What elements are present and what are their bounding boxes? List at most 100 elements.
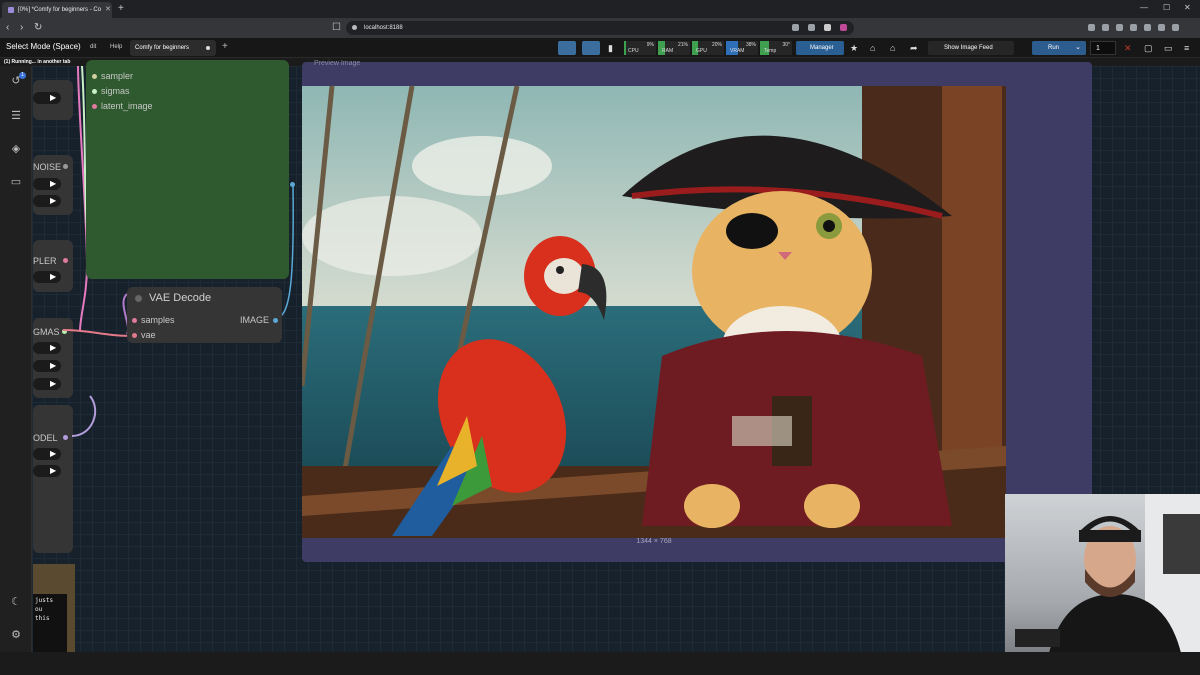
input-label: sampler	[101, 71, 134, 81]
browser-tab-bar: [0%] *Comfy for beginners - Co ✕ + — ☐ ✕	[0, 0, 1200, 18]
meter-label: VRAM	[730, 48, 745, 54]
downloads-icon[interactable]	[1116, 24, 1123, 31]
model-library-icon[interactable]: ◈	[9, 142, 23, 156]
comfy-favicon-icon	[8, 7, 14, 13]
menu-help[interactable]: Help	[110, 44, 122, 50]
image-dimensions: 1344 × 768	[636, 538, 672, 545]
back-icon[interactable]: ‹	[6, 21, 9, 35]
maximize-icon[interactable]: ☐	[1163, 3, 1170, 12]
unsaved-dot-icon	[206, 46, 210, 50]
bookmark-toggle-icon[interactable]: ▮	[608, 43, 613, 53]
close-icon[interactable]: ✕	[105, 2, 111, 18]
input-label: samples	[141, 315, 175, 325]
arrow-right-icon[interactable]: ▶	[50, 466, 56, 475]
zoom-icon[interactable]	[792, 24, 799, 31]
settings-gear-icon[interactable]: ⚙	[9, 628, 23, 642]
browser-tab[interactable]: [0%] *Comfy for beginners - Co ✕	[2, 2, 112, 18]
image-output-socket[interactable]	[273, 318, 278, 323]
manager-button[interactable]: Manager	[796, 41, 844, 55]
image-feed-label: Show Image Feed	[944, 45, 993, 51]
sidebar-icon[interactable]	[1130, 24, 1137, 31]
meter-value: 9%	[646, 42, 654, 48]
sampler-input-socket[interactable]	[92, 74, 97, 79]
panel-icon[interactable]: ▢	[1144, 43, 1153, 53]
model-icon[interactable]: ⌂	[870, 43, 875, 53]
node-icon[interactable]: ⌂	[890, 43, 895, 53]
forward-icon[interactable]: ›	[20, 21, 23, 35]
collapse-dot-icon[interactable]	[135, 295, 142, 302]
running-status: (1) Running... in another tab	[4, 59, 71, 65]
input-label: sigmas	[101, 86, 130, 96]
mode-label: Select Mode (Space)	[6, 42, 81, 51]
vae-input-socket[interactable]	[132, 333, 137, 338]
meter-value: 20%	[711, 42, 722, 48]
add-workflow-icon[interactable]: +	[222, 40, 228, 54]
meter-label: GPU	[696, 48, 707, 54]
sigmas-input-socket[interactable]	[92, 89, 97, 94]
input-label: vae	[141, 330, 156, 340]
window-close-icon[interactable]: ✕	[1184, 3, 1191, 12]
latent-input-socket[interactable]	[92, 104, 97, 109]
wire-model	[71, 395, 97, 437]
shield-icon[interactable]	[824, 24, 831, 31]
workflow-tab-label: Comfy for beginners	[135, 45, 190, 51]
site-info-icon[interactable]	[352, 25, 357, 30]
batch-count-value: 1	[1096, 45, 1100, 52]
reload-icon[interactable]: ↻	[34, 21, 42, 35]
preview-title: Preview Image	[314, 60, 361, 67]
hamburger-menu-icon[interactable]: ≡	[1184, 43, 1189, 53]
image-reroute-socket[interactable]	[290, 182, 295, 187]
meter-value: 30°	[782, 42, 790, 48]
run-label: Run	[1048, 45, 1060, 51]
run-button[interactable]: Run	[1032, 41, 1070, 55]
flask-icon[interactable]	[582, 41, 600, 55]
menu-icon[interactable]	[1172, 24, 1179, 31]
minimize-icon[interactable]: —	[1140, 3, 1148, 12]
workflows-folder-icon[interactable]: ▭	[9, 175, 23, 189]
vae-decode-title: VAE Decode	[149, 292, 212, 304]
input-label: latent_image	[101, 101, 153, 111]
star-icon[interactable]: ★	[850, 43, 858, 53]
new-tab-icon[interactable]: +	[118, 2, 124, 16]
gpu-meter: GPU 20%	[692, 41, 724, 55]
manager-label: Manager	[810, 45, 834, 51]
show-image-feed-button[interactable]: Show Image Feed	[928, 41, 1014, 55]
run-options-chevron-down-icon[interactable]: ⌄	[1070, 41, 1086, 55]
workflow-tab[interactable]: Comfy for beginners	[130, 40, 216, 56]
comfy-menubar: Select Mode (Space) dit Help Comfy for b…	[0, 38, 1200, 58]
cancel-icon[interactable]: ✕	[1124, 43, 1132, 53]
bottom-bar	[0, 652, 1200, 675]
theme-moon-icon[interactable]: ☾	[9, 595, 23, 609]
batch-count-input[interactable]: 1	[1090, 41, 1116, 55]
vram-meter: VRAM 38%	[726, 41, 758, 55]
url-field[interactable]: localhost:8188	[346, 21, 854, 35]
meter-value: 38%	[745, 42, 756, 48]
cpu-meter: CPU 9%	[624, 41, 656, 55]
wallet-icon[interactable]	[1144, 24, 1151, 31]
vpn-icon[interactable]	[1158, 24, 1165, 31]
meter-value: 21%	[677, 42, 688, 48]
profile-icon[interactable]	[1088, 24, 1095, 31]
extensions-icon[interactable]	[1102, 24, 1109, 31]
share-workflow-icon[interactable]: ➦	[910, 43, 918, 53]
meter-label: RAM	[662, 48, 674, 54]
menu-edit[interactable]: dit	[90, 44, 96, 50]
queue-badge: 1	[19, 72, 26, 79]
temp-meter: Temp 30°	[760, 41, 792, 55]
note-text[interactable]: justs ou this	[33, 594, 67, 652]
bottom-panel-icon[interactable]: ▭	[1164, 43, 1173, 53]
samples-input-socket[interactable]	[132, 318, 137, 323]
browser-address-bar: ‹ › ↻ ☐ localhost:8188	[0, 18, 1200, 38]
browser-tab-title: [0%] *Comfy for beginners - Co	[18, 7, 102, 13]
node-library-icon[interactable]: ☰	[9, 109, 23, 123]
generated-image	[302, 86, 1006, 538]
ram-meter: RAM 21%	[658, 41, 690, 55]
extension-icon[interactable]	[840, 24, 847, 31]
share-icon[interactable]	[808, 24, 815, 31]
meter-label: CPU	[628, 48, 639, 54]
widget[interactable]	[33, 465, 61, 477]
url-text: localhost:8188	[364, 25, 403, 31]
meter-label: Temp	[764, 48, 777, 54]
chart-icon[interactable]	[558, 41, 576, 55]
bookmark-icon[interactable]: ☐	[332, 21, 341, 35]
